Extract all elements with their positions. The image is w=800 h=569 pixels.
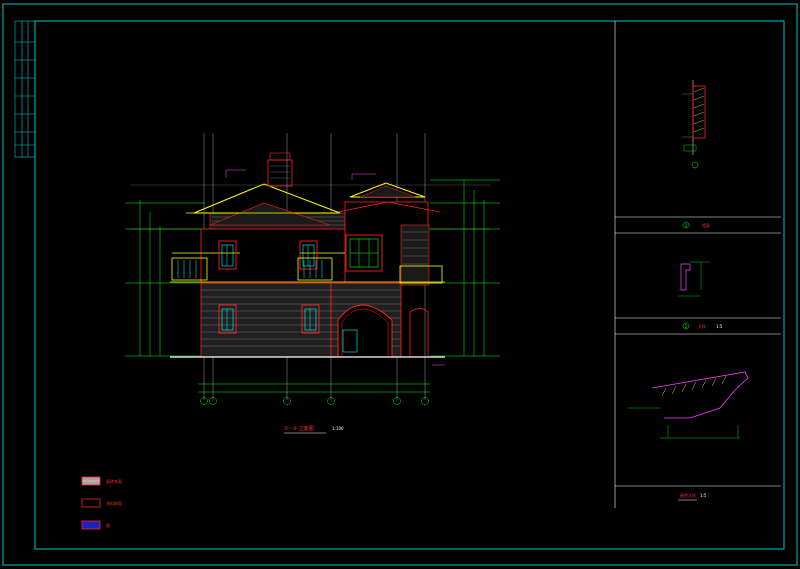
right-tower	[344, 201, 430, 286]
detail-2-drawing	[678, 261, 710, 297]
detail-1-title: 墙身	[702, 222, 710, 228]
detail-1-caption: 1 墙身	[682, 221, 710, 229]
bottom-dimension-chain	[198, 383, 430, 393]
legend-brick: 面砖饰面	[81, 476, 122, 486]
detail-3-eave-section	[628, 371, 749, 439]
legend: 面砖饰面 涂料饰面 窗	[81, 476, 122, 530]
detail-1-wall-section	[682, 80, 706, 169]
cad-drawing-sheet: 1 墙身 2 大样 1:5 屋檐大样 1:5 ①~⑩ 立面图 1:100 面砖饰…	[2, 3, 798, 566]
right-dimension-chain	[430, 179, 500, 357]
chimney	[267, 152, 293, 187]
detail-3-scale: 1:5	[700, 493, 707, 498]
binding-title-strip	[14, 20, 36, 158]
elevation-title: ①~⑩ 立面图 1:100	[284, 425, 344, 434]
axis-bubbles	[200, 397, 429, 405]
detail-2-title: 大样	[698, 323, 706, 329]
detail-1-number: 1	[685, 223, 688, 228]
elevation-drawing: ①~⑩ 立面图 1:100	[125, 133, 500, 434]
legend-plain: 涂料饰面	[81, 498, 122, 508]
legend-glazing-label: 窗	[106, 522, 110, 528]
left-dimension-chain	[125, 200, 205, 357]
elevation-scale: 1:100	[332, 426, 344, 431]
legend-plain-label: 涂料饰面	[106, 500, 122, 506]
detail-3-title: 屋檐大样	[680, 492, 696, 498]
arched-entry	[337, 304, 429, 358]
detail-3-caption: 屋檐大样 1:5	[678, 492, 707, 501]
detail-panel	[614, 21, 781, 508]
detail-2-scale: 1:5	[716, 324, 723, 329]
detail-2-number: 2	[685, 324, 688, 329]
elevation-title-text: ①~⑩ 立面图	[284, 425, 314, 432]
legend-glazing: 窗	[81, 520, 110, 530]
legend-brick-label: 面砖饰面	[106, 478, 122, 484]
detail-2-caption: 2 大样 1:5	[682, 322, 723, 330]
